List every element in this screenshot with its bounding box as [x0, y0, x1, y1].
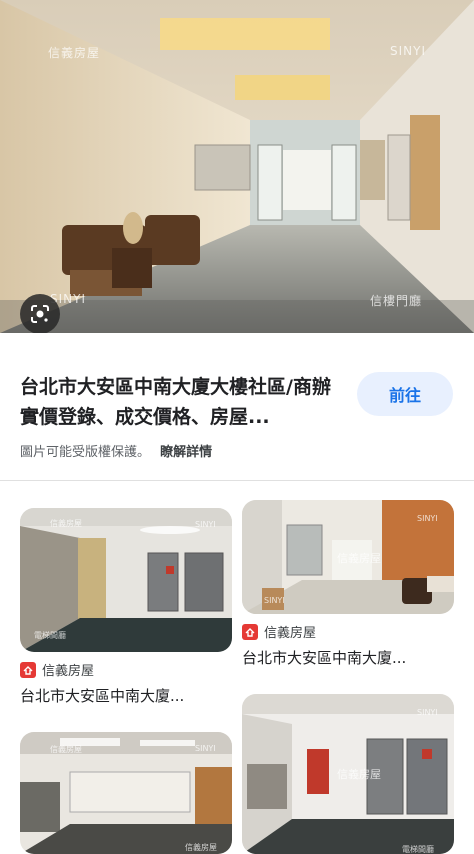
- visit-button[interactable]: 前往: [357, 372, 453, 416]
- lens-icon: [31, 305, 49, 323]
- watermark-text: SINYI: [264, 596, 285, 605]
- source-name: 信義房屋: [42, 664, 95, 679]
- watermark-text: 信義房屋: [337, 768, 381, 781]
- hero-image[interactable]: 信義房屋 SINYI SINYI 信樓門廳: [0, 0, 474, 333]
- sinyi-logo-icon: [242, 623, 258, 640]
- source-row: 信義房屋: [20, 660, 232, 679]
- learn-more-link[interactable]: 瞭解詳情: [160, 445, 212, 460]
- watermark-text: 電梯間廳: [402, 845, 434, 854]
- watermark-text: SINYI: [195, 744, 216, 753]
- related-card[interactable]: 信義房屋 SINYI 信義房屋: [20, 732, 232, 854]
- watermark-text: 信義房屋: [48, 46, 101, 60]
- related-image[interactable]: 信義房屋 SINYI 電梯間廳: [20, 508, 232, 652]
- watermark-text: SINYI: [417, 514, 438, 523]
- divider: [0, 480, 474, 481]
- watermark-text: SINYI: [417, 708, 438, 717]
- sinyi-logo-icon: [20, 661, 36, 678]
- watermark-text: 信義房屋: [50, 745, 82, 754]
- related-card[interactable]: 信義房屋 SINYI 電梯間廳 信義房屋 台北市大安區中南大廈...: [20, 508, 232, 706]
- copyright-text: 圖片可能受版權保護。: [20, 445, 151, 460]
- related-caption[interactable]: 台北市大安區中南大廈...: [242, 647, 454, 668]
- watermark-text: 信義房屋: [50, 519, 82, 528]
- lens-button[interactable]: [20, 294, 60, 333]
- source-name: 信義房屋: [264, 626, 317, 641]
- watermark-text: 信樓門廳: [370, 294, 423, 308]
- related-card[interactable]: 信義房屋 SINYI 電梯間廳: [242, 694, 454, 854]
- related-image[interactable]: 信義房屋 SINYI 信義房屋: [20, 732, 232, 854]
- related-image[interactable]: 信義房屋 SINYI 電梯間廳: [242, 694, 454, 854]
- related-caption[interactable]: 台北市大安區中南大廈...: [20, 685, 232, 706]
- result-title[interactable]: 台北市大安區中南大廈大樓社區/商辦實價登錄、成交價格、房屋...: [20, 372, 345, 432]
- watermark-text: SINYI: [390, 44, 427, 58]
- watermark-text: 信義房屋: [185, 843, 217, 852]
- watermark-text: 信義房屋: [337, 552, 381, 565]
- related-image[interactable]: 信義房屋 SINYI SINYI: [242, 500, 454, 614]
- watermark-text: SINYI: [195, 520, 216, 529]
- watermark-text: 電梯間廳: [34, 631, 66, 640]
- source-row: 信義房屋: [242, 622, 454, 641]
- related-card[interactable]: 信義房屋 SINYI SINYI 信義房屋 台北市大安區中南大廈...: [242, 500, 454, 668]
- copyright-note: 圖片可能受版權保護。 瞭解詳情: [20, 441, 212, 460]
